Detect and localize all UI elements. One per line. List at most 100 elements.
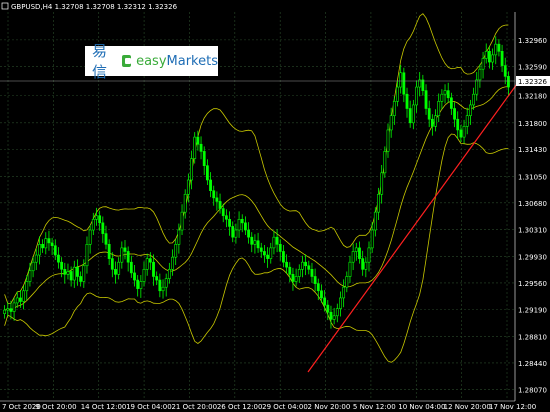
candle-bear bbox=[110, 258, 114, 270]
candle-bear bbox=[98, 215, 102, 224]
price-tick-label: 1.32960 bbox=[518, 37, 547, 45]
candle-bear bbox=[41, 244, 45, 249]
candle-bear bbox=[421, 79, 425, 91]
candle-bear bbox=[507, 76, 510, 88]
candle-bear bbox=[9, 308, 13, 312]
candle-bear bbox=[133, 272, 136, 281]
candle-bear bbox=[405, 93, 409, 109]
candle-bull bbox=[237, 218, 241, 231]
candle-bull bbox=[253, 240, 257, 245]
candle-bear bbox=[79, 276, 83, 282]
candle-bear bbox=[285, 261, 289, 268]
candle-bull bbox=[297, 269, 301, 277]
candle-bear bbox=[307, 265, 311, 270]
candle-bear bbox=[76, 266, 79, 277]
candle-bull bbox=[167, 269, 171, 279]
candle-bull bbox=[332, 315, 336, 320]
time-tick-label: 26 Oct 12:00 bbox=[217, 403, 263, 411]
candle-bear bbox=[202, 151, 206, 166]
candle-bear bbox=[47, 238, 51, 244]
candle-bear bbox=[459, 129, 463, 138]
candle-bear bbox=[278, 244, 282, 252]
candle-bull bbox=[22, 290, 26, 302]
candle-bull bbox=[171, 256, 174, 270]
candle-bull bbox=[190, 158, 193, 181]
candle-bull bbox=[373, 211, 377, 231]
candle-bear bbox=[224, 215, 228, 220]
price-tick-label: 1.29190 bbox=[518, 306, 547, 314]
price-tick-label: 1.28070 bbox=[518, 386, 547, 394]
candle-bear bbox=[63, 269, 67, 275]
candle-bear bbox=[291, 274, 295, 282]
candle-bull bbox=[481, 58, 485, 70]
candle-bull bbox=[294, 276, 298, 282]
candle-bull bbox=[411, 104, 415, 124]
time-axis: 7 Oct 20209 Oct 20:00 14 Oct 12:00 19 Oct … bbox=[2, 403, 536, 411]
candle-bull bbox=[301, 261, 304, 270]
candle-bear bbox=[19, 297, 22, 302]
candle-bear bbox=[53, 245, 57, 256]
candle-bull bbox=[468, 104, 472, 116]
candle-bear bbox=[148, 258, 152, 263]
candle-bull bbox=[367, 247, 371, 263]
candle-bear bbox=[259, 247, 263, 252]
candle-bear bbox=[326, 304, 330, 313]
candle-bull bbox=[234, 229, 238, 238]
candle-bear bbox=[123, 247, 127, 252]
candle-bull bbox=[177, 229, 181, 245]
candle-bull bbox=[3, 309, 6, 314]
candle-bear bbox=[244, 222, 247, 231]
candle-bull bbox=[386, 129, 390, 152]
candle-bull bbox=[164, 278, 168, 288]
candle-bull bbox=[161, 286, 165, 292]
time-tick-label: 10 Nov 04:00 bbox=[398, 403, 445, 411]
candle-bear bbox=[503, 65, 507, 77]
candle-bull bbox=[475, 79, 479, 95]
price-tick-label: 1.28440 bbox=[518, 360, 547, 368]
candle-bear bbox=[275, 236, 279, 245]
candle-bull bbox=[348, 261, 352, 277]
candle-bear bbox=[361, 258, 365, 270]
price-tick-label: 1.28810 bbox=[518, 334, 547, 342]
candle-bull bbox=[139, 281, 143, 289]
candle-bull bbox=[396, 86, 399, 102]
candle-bull bbox=[434, 115, 437, 127]
candle-bear bbox=[218, 201, 222, 209]
candle-bull bbox=[85, 244, 89, 267]
candle-bull bbox=[66, 271, 70, 275]
candle-bear bbox=[196, 136, 200, 145]
price-tick-label: 1.29930 bbox=[518, 253, 547, 261]
candle-bear bbox=[497, 43, 501, 52]
chart: 1.32960 1.32590 1.32180 1.31800 1.31430 1.310… bbox=[0, 0, 550, 412]
candle-bull bbox=[383, 151, 387, 174]
candle-bear bbox=[316, 283, 320, 292]
price-tick-label: 1.31800 bbox=[518, 120, 547, 128]
candle-bull bbox=[380, 172, 384, 195]
candle-bear bbox=[104, 233, 108, 245]
logo-easy-text: easy bbox=[136, 53, 167, 69]
candle-bull bbox=[443, 90, 447, 95]
candle-bear bbox=[256, 240, 260, 249]
candle-bull bbox=[120, 247, 124, 263]
price-tick-label: 1.29560 bbox=[518, 280, 547, 288]
candle-bull bbox=[364, 261, 368, 270]
candle-bear bbox=[247, 229, 250, 238]
candle-bear bbox=[313, 276, 317, 284]
candle-bull bbox=[72, 266, 76, 281]
candle-bear bbox=[114, 269, 117, 275]
candle-bull bbox=[491, 54, 494, 63]
time-tick-label: 12 Nov 20:00 bbox=[444, 403, 491, 411]
candle-bull bbox=[335, 308, 339, 317]
candle-bull bbox=[88, 229, 92, 245]
candle-bear bbox=[288, 266, 292, 275]
candle-bull bbox=[193, 136, 197, 159]
candle-bull bbox=[28, 270, 32, 282]
candle-bear bbox=[358, 247, 361, 259]
candle-bull bbox=[389, 115, 393, 131]
time-tick-label: 5 Nov 12:00 bbox=[353, 403, 396, 411]
time-tick-label: 2 Nov 20:00 bbox=[308, 403, 351, 411]
candle-bull bbox=[272, 236, 276, 249]
candle-bear bbox=[57, 254, 60, 263]
time-tick-label: 9 Oct 20:00 bbox=[35, 403, 76, 411]
candle-bull bbox=[465, 115, 469, 127]
